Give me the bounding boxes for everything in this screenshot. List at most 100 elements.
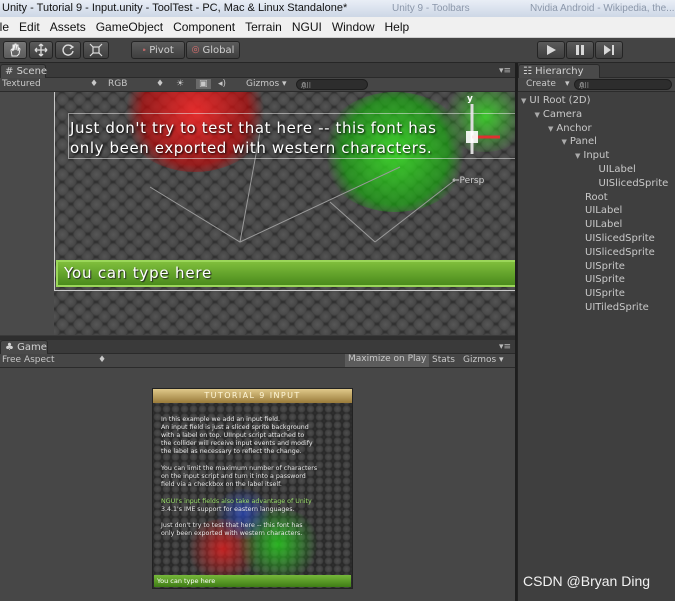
- hierarchy-item-label: UISprite: [585, 288, 625, 300]
- hierarchy-item-label: UISlicedSprite: [585, 233, 655, 244]
- menu-ngui[interactable]: NGUI: [287, 20, 327, 34]
- hand-tool-button[interactable]: [3, 41, 27, 59]
- hierarchy-item[interactable]: UISprite: [585, 288, 625, 299]
- scene-audio-icon[interactable]: ◂): [218, 79, 226, 89]
- expand-arrow-icon[interactable]: ▼: [521, 97, 526, 105]
- color-mode-chevron-icon: ♦: [156, 79, 165, 89]
- hierarchy-item[interactable]: UILabel: [599, 164, 636, 175]
- maximize-on-play-toggle[interactable]: Maximize on Play: [345, 354, 430, 367]
- game-tab-label: Game: [17, 342, 47, 353]
- hierarchy-item[interactable]: UISlicedSprite: [585, 233, 655, 244]
- window-title: Unity - Tutorial 9 - Input.unity - ToolT…: [2, 2, 348, 14]
- hierarchy-item[interactable]: UITiledSprite: [585, 302, 649, 313]
- rotate-icon: [62, 44, 75, 56]
- global-toggle[interactable]: ◎ Global: [186, 41, 240, 59]
- hierarchy-item[interactable]: UISlicedSprite: [585, 247, 655, 258]
- step-icon: [604, 45, 614, 55]
- scene-input-text: You can type here: [64, 264, 213, 282]
- hierarchy-item[interactable]: UILabel: [585, 219, 622, 230]
- scene-game-divider[interactable]: [0, 336, 516, 340]
- create-dropdown[interactable]: Create: [526, 79, 556, 89]
- hierarchy-item-label: UISprite: [585, 274, 625, 286]
- render-mode-chevron-icon: ♦: [90, 79, 99, 89]
- stats-toggle[interactable]: Stats: [432, 355, 455, 365]
- hierarchy-item-label: UISlicedSprite: [598, 177, 669, 189]
- menu-help[interactable]: Help: [380, 20, 415, 34]
- step-button[interactable]: [595, 41, 623, 59]
- hierarchy-item-label: Panel: [569, 136, 597, 148]
- scene-gizmos-dropdown[interactable]: Gizmos: [246, 79, 279, 89]
- hierarchy-item-label: Input: [583, 150, 610, 162]
- tab-scene[interactable]: # Scene: [0, 64, 48, 78]
- expand-arrow-icon[interactable]: ▼: [535, 111, 540, 119]
- hierarchy-item[interactable]: ▼ Anchor: [548, 123, 592, 134]
- hierarchy-search-input[interactable]: ⚲ All: [574, 79, 672, 90]
- play-button[interactable]: [537, 41, 565, 59]
- background-tab-2[interactable]: Nvidia Android - Wikipedia, the...: [530, 0, 675, 17]
- hierarchy-item[interactable]: UISlicedSprite: [599, 178, 669, 189]
- game-view[interactable]: TUTORIAL 9 INPUT In this example we add …: [152, 388, 353, 589]
- window-title-bar: Unity - Tutorial 9 - Input.unity - ToolT…: [0, 0, 675, 17]
- tab-game[interactable]: ♣ Game: [0, 340, 48, 354]
- global-label: Global: [202, 44, 235, 56]
- scene-search-input[interactable]: ⚲ All: [296, 79, 368, 90]
- hierarchy-item-label: Anchor: [556, 122, 592, 134]
- menu-window[interactable]: Window: [327, 20, 380, 34]
- expand-arrow-icon[interactable]: ▼: [548, 125, 553, 133]
- game-gizmos-dropdown[interactable]: Gizmos: [463, 355, 496, 365]
- scene-image-icon[interactable]: ▣: [196, 79, 211, 89]
- scale-icon: [89, 43, 103, 57]
- game-panel-menu-icon[interactable]: ▾≡: [499, 342, 511, 352]
- hierarchy-item[interactable]: UILabel: [585, 205, 622, 216]
- background-tab-1[interactable]: Unity 9 - Toolbars: [392, 0, 470, 17]
- aspect-chevron-icon: ♦: [98, 355, 107, 365]
- hierarchy-item[interactable]: ▼ UI Root (2D): [521, 95, 591, 106]
- game-paragraph-2: You can limit the maximum number of char…: [161, 465, 318, 488]
- hierarchy-item[interactable]: UISprite: [585, 274, 625, 285]
- move-tool-button[interactable]: [29, 41, 53, 59]
- scene-panel-header: # Scene ▾≡: [0, 64, 515, 78]
- hierarchy-item[interactable]: ▼ Input: [575, 150, 609, 161]
- create-chevron-icon: ▾: [565, 79, 570, 89]
- hierarchy-panel-header: ☷ Hierarchy: [518, 64, 675, 78]
- menu-file[interactable]: ile: [0, 20, 14, 34]
- hierarchy-item-label: UITiledSprite: [585, 302, 649, 313]
- move-icon: [34, 43, 48, 57]
- game-paragraph-4: Just don't try to test that here -- this…: [161, 522, 303, 537]
- hierarchy-item-label: Root: [585, 191, 608, 203]
- hierarchy-item[interactable]: ▼ Camera: [535, 109, 583, 120]
- menu-component[interactable]: Component: [168, 20, 240, 34]
- scene-input-field[interactable]: You can type here: [56, 260, 515, 287]
- hierarchy-tab-label: Hierarchy: [535, 66, 584, 77]
- gizmos-chevron-icon: ▾: [282, 79, 287, 89]
- hierarchy-item[interactable]: UISprite: [585, 261, 625, 272]
- menu-assets[interactable]: Assets: [45, 20, 91, 34]
- game-input-field[interactable]: You can type here: [154, 575, 351, 587]
- scene-toolbar: Textured ♦ RGB ♦ ☀ ▣ ◂) Gizmos ▾ ⚲ All: [0, 78, 515, 92]
- global-icon: ◎: [191, 45, 200, 55]
- panel-menu-icon[interactable]: ▾≡: [499, 66, 511, 76]
- menu-terrain[interactable]: Terrain: [240, 20, 287, 34]
- scene-lighting-icon[interactable]: ☀: [176, 79, 184, 89]
- aspect-dropdown[interactable]: Free Aspect: [2, 355, 55, 365]
- game-paragraph-3: NGUI's input fields also take advantage …: [161, 498, 312, 513]
- rotate-tool-button[interactable]: [55, 41, 81, 59]
- hierarchy-item[interactable]: Root: [585, 192, 608, 203]
- watermark: CSDN @Bryan Ding: [523, 573, 651, 589]
- scene-tab-label: Scene: [16, 66, 48, 77]
- scene-view[interactable]: y ⇐Persp Just don't try to test that her…: [0, 92, 515, 335]
- pause-button[interactable]: [566, 41, 594, 59]
- hierarchy-item[interactable]: ▼ Panel: [562, 136, 597, 147]
- scale-tool-button[interactable]: [83, 41, 109, 59]
- color-mode-dropdown[interactable]: RGB: [108, 79, 127, 89]
- render-mode-dropdown[interactable]: Textured: [2, 79, 41, 89]
- expand-arrow-icon[interactable]: ▼: [562, 138, 567, 146]
- game-title-banner: TUTORIAL 9 INPUT: [153, 389, 352, 403]
- expand-arrow-icon[interactable]: ▼: [575, 152, 580, 160]
- tab-hierarchy[interactable]: ☷ Hierarchy: [518, 64, 600, 78]
- menu-gameobject[interactable]: GameObject: [91, 20, 168, 34]
- menu-edit[interactable]: Edit: [14, 20, 45, 34]
- game-paragraph-1: In this example we add an input field. A…: [161, 416, 313, 455]
- pivot-toggle[interactable]: ⁍ Pivot: [131, 41, 185, 59]
- game-toolbar: Free Aspect ♦ Maximize on Play Stats Giz…: [0, 354, 515, 368]
